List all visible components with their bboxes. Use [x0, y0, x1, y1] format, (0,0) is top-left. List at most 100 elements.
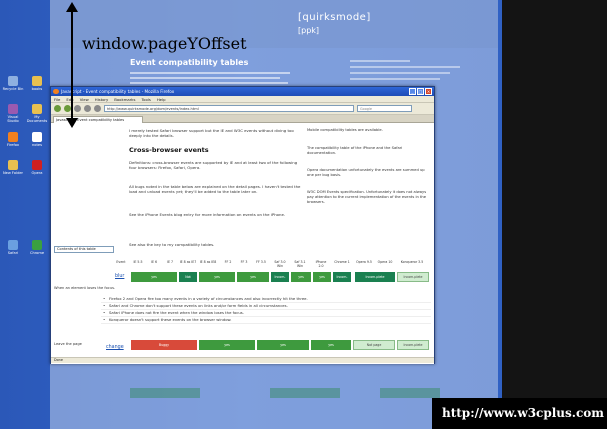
col-header: Chrome 1 [334, 260, 350, 264]
list-item: Firefox 2 and Opera fire too many events… [101, 296, 431, 303]
desktop-right-panel [502, 0, 607, 429]
desktop-icon-notes[interactable]: notes [26, 132, 48, 147]
minimize-button[interactable]: _ [409, 88, 416, 95]
table-contents-select[interactable]: Contents of this table [54, 246, 114, 253]
col-header: IE 8 as IE8 [199, 260, 217, 264]
col-header: Opera 9.5 [356, 260, 372, 264]
table-cell: yes [199, 272, 235, 282]
table-cell: yes [313, 272, 331, 282]
desktop-icon-my-documents[interactable]: My Documents [26, 104, 48, 123]
notes-list: Firefox 2 and Opera fire too many events… [101, 296, 431, 324]
reload-icon[interactable] [74, 105, 81, 112]
table-cell: yes [199, 340, 255, 350]
list-item: Safari iPhone does not fire the event wh… [101, 310, 431, 317]
desktop-icon-new-folder[interactable]: New Folder [2, 160, 24, 175]
faded-table-bar [130, 388, 200, 398]
desktop-icon-firefox[interactable]: Firefox [2, 132, 24, 147]
page-content: I merely tested Safari browser support b… [51, 124, 434, 364]
col-header: IE 5.5 [133, 260, 143, 264]
status-bar: Done [51, 357, 434, 363]
table-cell: Not created [179, 272, 197, 289]
event-link-blur[interactable]: blur [115, 274, 124, 279]
col-header: Saf 3.0 Win [274, 260, 286, 268]
table-cell: yes [257, 340, 309, 350]
heading-crossbrowser: Cross-browser events [129, 146, 209, 154]
menu-help[interactable]: Help [157, 96, 166, 102]
crossbrowser-paragraph: Definitions: cross-browser events are su… [129, 160, 298, 170]
sidebar-item-mobile[interactable]: Mobile compatibility tables are availabl… [307, 128, 427, 133]
iphone-paragraph: See the iPhone Events blog entry for mor… [129, 212, 286, 217]
search-box[interactable]: Google [357, 105, 412, 112]
table-cell: yes [131, 272, 177, 282]
see-also-paragraph: See also the key to my compatibility tab… [129, 242, 215, 247]
site-logo: [quirksmode] [298, 12, 371, 23]
table-cell: yes [237, 272, 269, 282]
back-icon[interactable] [54, 105, 61, 112]
sidebar-item-w3c[interactable]: W3C DOM Events specification. Unfortunat… [307, 190, 427, 205]
window-controls: _ □ × [409, 88, 432, 95]
table-cell: Incom-plete [397, 272, 429, 282]
faded-sidebar-lines [350, 60, 470, 84]
annotation-label: window.pageYOffset [82, 34, 247, 53]
col-header: Event [116, 260, 126, 264]
forward-icon[interactable] [64, 105, 71, 112]
table-cell: Not page [353, 340, 395, 350]
event-link-change[interactable]: change [106, 345, 124, 350]
table-cell: Incom-plete [271, 272, 289, 289]
table-cell: Buggy [131, 340, 197, 350]
table-cell: Incom-plete [333, 272, 351, 289]
menu-history[interactable]: History [95, 96, 109, 102]
menu-file[interactable]: File [54, 96, 60, 102]
col-header: Saf 3.1 Win [294, 260, 306, 268]
col-header: IE 6 [151, 260, 157, 264]
home-icon[interactable] [94, 105, 101, 112]
table-cell: yes [311, 340, 351, 350]
firefox-icon [53, 89, 59, 94]
col-header: FF 3 [240, 260, 248, 264]
table-cell: yes [291, 272, 311, 282]
col-header: Opera 10 [377, 260, 393, 264]
col-header: IE 8 as IE7 [179, 260, 197, 264]
stop-icon[interactable] [84, 105, 91, 112]
firefox-window: Javascript - Event compatibility tables … [50, 86, 435, 364]
annotation-arrow-up-icon [66, 2, 78, 12]
page-heading: Event compatibility tables [130, 58, 249, 67]
desktop-icon-safari[interactable]: Safari [2, 240, 24, 255]
annotation-arrow-down-icon [66, 118, 78, 128]
row-description: Leave the page [54, 342, 82, 346]
menu-view[interactable]: View [80, 96, 89, 102]
desktop-icon-opera[interactable]: Opera [26, 160, 48, 175]
menu-bookmarks[interactable]: Bookmarks [114, 96, 135, 102]
navigation-toolbar: http://www.quirksmode.org/dom/events/ind… [51, 103, 434, 115]
intro-paragraph: I merely tested Safari browser support b… [129, 128, 294, 138]
watermark: http://www.w3cplus.com [432, 398, 607, 429]
desktop-icon-chrome[interactable]: Chrome [26, 240, 48, 255]
site-logo-sub: [ppk] [298, 26, 320, 35]
bugs-paragraph: All bugs noted in the table below are ex… [129, 184, 301, 194]
maximize-button[interactable]: □ [417, 88, 424, 95]
annotation-arrow-line [71, 10, 73, 120]
sidebar-item-iphone[interactable]: The compatibility table of the iPhone an… [307, 146, 427, 156]
desktop-icon-recycle-bin[interactable]: Recycle Bin [2, 76, 24, 91]
col-header: FF 3.5 [256, 260, 266, 264]
table-cell: Incom-plete [397, 340, 429, 350]
list-item: Konqueror doesn't support these events o… [101, 317, 431, 324]
tab-bar: Javascript - Event compatibility tables [51, 115, 434, 123]
desktop-icon-books[interactable]: books [26, 76, 48, 91]
faded-table-bar [380, 388, 440, 398]
desktop-icon-visual-studio[interactable]: Visual Studio [2, 104, 24, 123]
faded-table-bar [270, 388, 340, 398]
row-description: When an element loses the focus. [54, 286, 116, 290]
table-cell: Incom-plete [355, 272, 395, 282]
menu-tools[interactable]: Tools [141, 96, 150, 102]
col-header: IE 7 [167, 260, 173, 264]
sidebar-item-opera[interactable]: Opera documentation unfortunately the ev… [307, 168, 427, 178]
col-header: FF 2 [224, 260, 232, 264]
menu-bar: File Edit View History Bookmarks Tools H… [51, 96, 434, 103]
list-item: Safari and Chrome don't support these ev… [101, 303, 431, 310]
col-header: Konqueror 3.5 [400, 260, 424, 264]
window-title: Javascript - Event compatibility tables … [61, 89, 175, 94]
close-button[interactable]: × [425, 88, 432, 95]
url-bar[interactable]: http://www.quirksmode.org/dom/events/ind… [104, 105, 354, 112]
window-titlebar[interactable]: Javascript - Event compatibility tables … [51, 87, 434, 96]
